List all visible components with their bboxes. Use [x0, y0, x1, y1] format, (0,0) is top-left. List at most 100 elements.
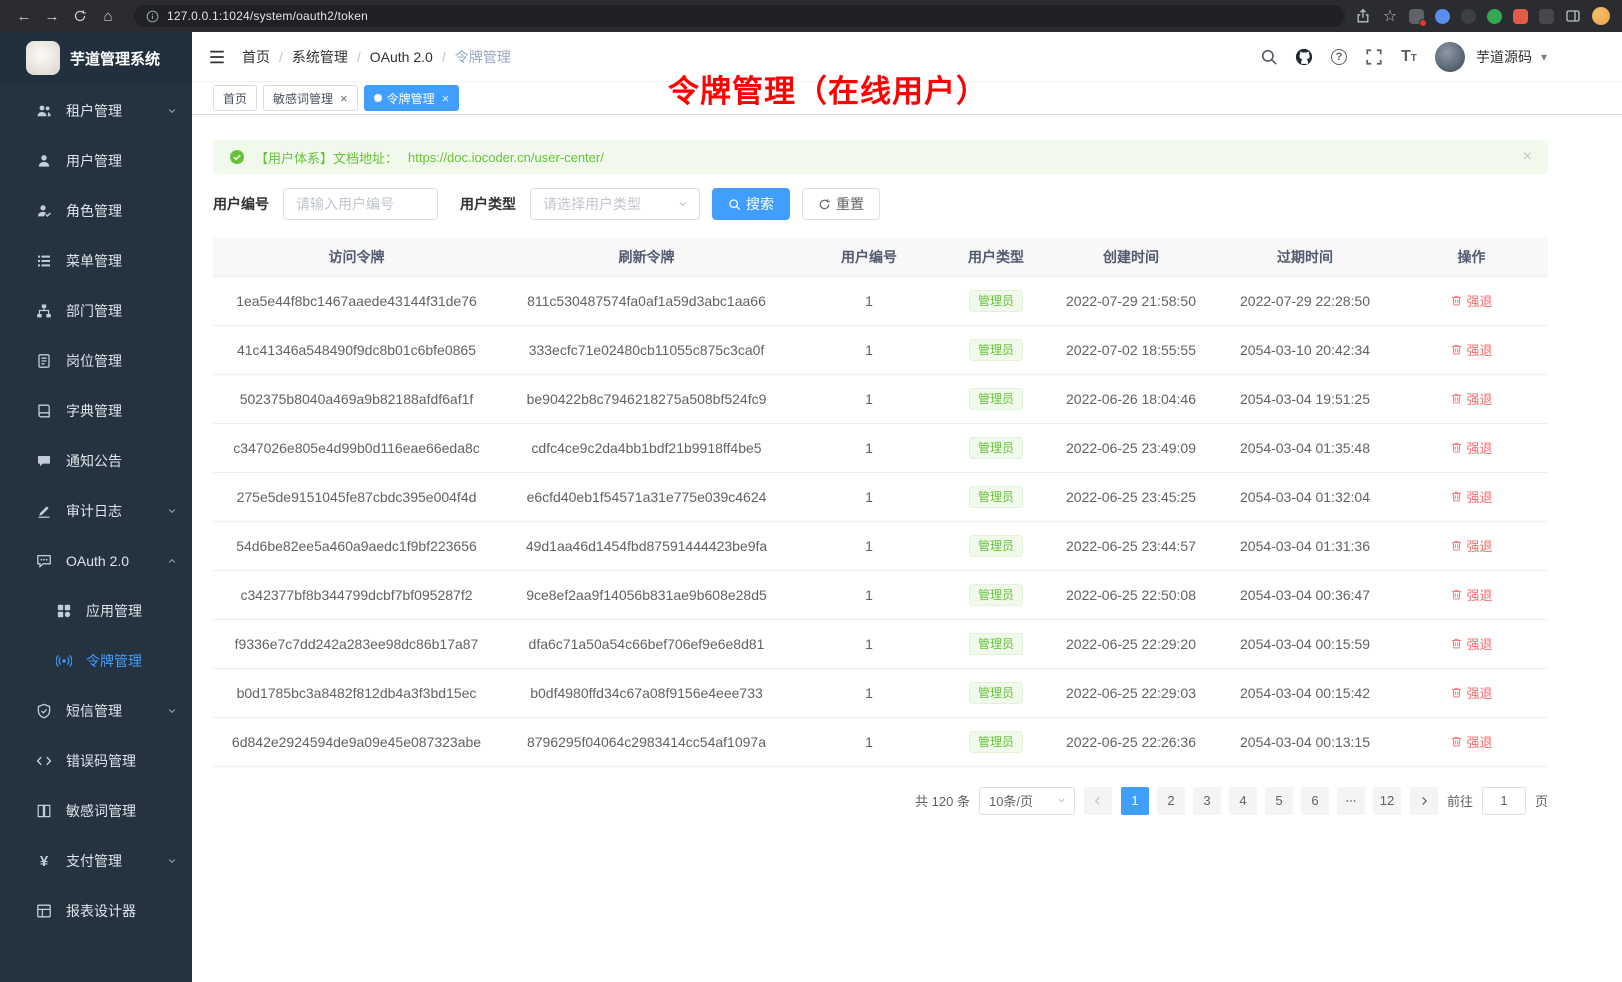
sidebar-item-post[interactable]: 岗位管理 — [0, 336, 192, 386]
search-button[interactable]: 搜索 — [712, 188, 790, 220]
extension-icon[interactable] — [1461, 9, 1476, 24]
github-icon[interactable] — [1295, 48, 1313, 66]
alert-close-icon[interactable]: × — [1523, 148, 1532, 166]
pin-icon[interactable] — [1539, 9, 1554, 24]
sidebar-item-dept[interactable]: 部门管理 — [0, 286, 192, 336]
page-button-3[interactable]: 3 — [1193, 787, 1221, 815]
caret-down-icon[interactable]: ▾ — [1541, 50, 1547, 64]
user-id-cell: 1 — [793, 668, 945, 717]
font-size-icon[interactable]: TT — [1400, 48, 1418, 66]
extension-icon[interactable] — [1409, 9, 1424, 24]
breadcrumb-item[interactable]: OAuth 2.0 — [370, 49, 433, 65]
sidebar-item-oauth2-app[interactable]: 应用管理 — [0, 586, 192, 636]
breadcrumb-item[interactable]: 系统管理 — [292, 47, 348, 67]
expire-time-cell: 2054-03-04 01:32:04 — [1215, 472, 1395, 521]
sidebar-toggle-icon[interactable] — [208, 48, 226, 66]
page-button-12[interactable]: 12 — [1373, 787, 1401, 815]
actions-cell: 强退 — [1395, 374, 1548, 423]
expire-time-cell: 2022-07-29 22:28:50 — [1215, 276, 1395, 325]
sms-icon — [36, 703, 52, 719]
sidebar-item-dict[interactable]: 字典管理 — [0, 386, 192, 436]
sidebar-item-notice[interactable]: 通知公告 — [0, 436, 192, 486]
sidebar-item-audit-log[interactable]: 审计日志 — [0, 486, 192, 536]
page-button-2[interactable]: 2 — [1157, 787, 1185, 815]
user-type-select[interactable]: 请选择用户类型 — [530, 188, 700, 220]
chevron-right-icon — [1418, 795, 1430, 807]
prev-page-button[interactable] — [1084, 787, 1112, 815]
force-logout-button[interactable]: 强退 — [1450, 536, 1492, 555]
extensions-puzzle-icon[interactable] — [1513, 9, 1528, 24]
force-logout-button[interactable]: 强退 — [1450, 340, 1492, 359]
side-panel-icon[interactable] — [1565, 8, 1581, 24]
sidebar-item-tenant[interactable]: 租户管理 — [0, 86, 192, 136]
actions-cell: 强退 — [1395, 276, 1548, 325]
user-type-cell: 管理员 — [945, 325, 1047, 374]
address-bar[interactable]: 127.0.0.1:1024/system/oauth2/token — [134, 5, 1345, 27]
browser-profile-avatar[interactable] — [1592, 7, 1610, 25]
sidebar-item-sensitive-word[interactable]: 敏感词管理 — [0, 786, 192, 836]
sidebar-item-pay[interactable]: ¥支付管理 — [0, 836, 192, 886]
search-icon[interactable] — [1260, 48, 1278, 66]
reset-button[interactable]: 重置 — [802, 188, 880, 220]
force-logout-button[interactable]: 强退 — [1450, 585, 1492, 604]
user-name[interactable]: 芋道源码 — [1476, 47, 1532, 67]
force-logout-button[interactable]: 强退 — [1450, 732, 1492, 751]
user-id-cell: 1 — [793, 276, 945, 325]
errcode-icon — [36, 753, 52, 769]
bookmark-star-icon[interactable]: ☆ — [1382, 8, 1398, 24]
tab-oauth2-token[interactable]: 令牌管理× — [364, 85, 460, 111]
sidebar-item-label: 敏感词管理 — [66, 801, 136, 821]
user-id-input[interactable] — [283, 188, 438, 220]
browser-forward-button[interactable]: → — [40, 4, 64, 28]
page-button-5[interactable]: 5 — [1265, 787, 1293, 815]
user-avatar[interactable] — [1435, 42, 1465, 72]
tab-sensitive-word[interactable]: 敏感词管理× — [263, 85, 358, 111]
question-icon[interactable]: ? — [1330, 48, 1348, 66]
fullscreen-icon[interactable] — [1365, 48, 1383, 66]
share-icon[interactable] — [1355, 8, 1371, 24]
browser-home-button[interactable]: ⌂ — [96, 4, 120, 28]
access-token-cell: 502375b8040a469a9b82188afdf6af1f — [213, 374, 500, 423]
column-header: 操作 — [1395, 238, 1548, 276]
browser-back-button[interactable]: ← — [12, 4, 36, 28]
user-type-label: 用户类型 — [460, 194, 516, 214]
sidebar-item-role[interactable]: 角色管理 — [0, 186, 192, 236]
sidebar-item-report[interactable]: 报表设计器 — [0, 886, 192, 936]
site-info-icon[interactable] — [146, 10, 159, 23]
close-icon[interactable]: × — [442, 92, 450, 105]
sidebar-menu: 租户管理用户管理角色管理菜单管理部门管理岗位管理字典管理通知公告审计日志OAut… — [0, 84, 192, 936]
sidebar-item-oauth2[interactable]: OAuth 2.0 — [0, 536, 192, 586]
force-logout-button[interactable]: 强退 — [1450, 683, 1492, 702]
user-type-badge: 管理员 — [969, 731, 1023, 753]
sidebar-item-sms[interactable]: 短信管理 — [0, 686, 192, 736]
access-token-cell: c342377bf8b344799dcbf7bf095287f2 — [213, 570, 500, 619]
tab-home[interactable]: 首页 — [213, 85, 257, 111]
sidebar-item-oauth2-token[interactable]: 令牌管理 — [0, 636, 192, 686]
browser-reload-button[interactable] — [68, 4, 92, 28]
column-header: 访问令牌 — [213, 238, 500, 276]
browser-chrome: ← → ⌂ 127.0.0.1:1024/system/oauth2/token… — [0, 0, 1622, 32]
page-button-6[interactable]: 6 — [1301, 787, 1329, 815]
extension-icon[interactable] — [1487, 9, 1502, 24]
extension-icon[interactable] — [1435, 9, 1450, 24]
doc-link[interactable]: https://doc.iocoder.cn/user-center/ — [408, 150, 604, 165]
force-logout-button[interactable]: 强退 — [1450, 291, 1492, 310]
goto-page-input[interactable] — [1482, 787, 1526, 815]
delete-icon — [1450, 539, 1463, 552]
force-logout-button[interactable]: 强退 — [1450, 487, 1492, 506]
page-size-select[interactable]: 10条/页 — [979, 787, 1075, 815]
force-logout-button[interactable]: 强退 — [1450, 389, 1492, 408]
page-button-1[interactable]: 1 — [1121, 787, 1149, 815]
next-page-button[interactable] — [1410, 787, 1438, 815]
breadcrumb-item[interactable]: 首页 — [242, 47, 270, 67]
sidebar-item-user[interactable]: 用户管理 — [0, 136, 192, 186]
sidebar-item-error-code[interactable]: 错误码管理 — [0, 736, 192, 786]
force-logout-button[interactable]: 强退 — [1450, 634, 1492, 653]
page-button-4[interactable]: 4 — [1229, 787, 1257, 815]
more-pages-button[interactable] — [1337, 787, 1365, 815]
sidebar-item-label: 应用管理 — [86, 601, 142, 621]
close-icon[interactable]: × — [340, 92, 348, 105]
breadcrumb-separator: / — [279, 49, 283, 65]
sidebar-item-menu[interactable]: 菜单管理 — [0, 236, 192, 286]
force-logout-button[interactable]: 强退 — [1450, 438, 1492, 457]
